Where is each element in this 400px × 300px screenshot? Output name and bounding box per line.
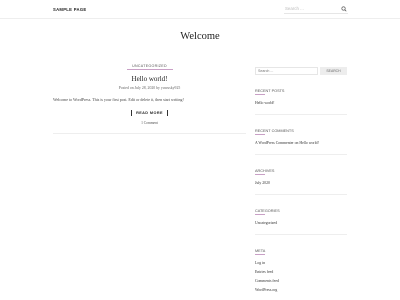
widget-title-meta: META bbox=[255, 249, 266, 253]
widget-divider bbox=[255, 114, 347, 115]
archive-link[interactable]: July 2020 bbox=[255, 181, 347, 185]
widget-title-recent-posts: RECENT POSTS bbox=[255, 89, 285, 93]
widget-title-recent-comments: RECENT COMMENTS bbox=[255, 129, 294, 133]
widget-recent-posts: RECENT POSTS Hello world! bbox=[255, 89, 347, 115]
read-more-button[interactable]: READ MORE bbox=[131, 110, 168, 116]
post-entry: UNCATEGORIZED Hello world! Posted on Jul… bbox=[53, 64, 246, 134]
widget-divider bbox=[255, 194, 347, 195]
meta-login-link[interactable]: Log in bbox=[255, 261, 347, 265]
post-divider bbox=[53, 133, 246, 134]
header-search[interactable]: Search ... bbox=[284, 5, 348, 14]
widget-title-underline bbox=[255, 134, 265, 135]
comments-link[interactable]: 1 Comment bbox=[53, 121, 246, 125]
post-meta: Posted on July 28, 2020 by yuwusky925 bbox=[118, 86, 181, 90]
top-bar: SAMPLE PAGE Search ... bbox=[0, 0, 400, 19]
widget-recent-comments: RECENT COMMENTS A WordPress Commenter on… bbox=[255, 129, 347, 155]
widget-divider bbox=[255, 154, 347, 155]
header-search-placeholder: Search ... bbox=[285, 6, 304, 11]
meta-entries-feed-link[interactable]: Entries feed bbox=[255, 270, 347, 274]
site-title[interactable]: Welcome bbox=[0, 31, 400, 42]
sidebar-search-button[interactable]: SEARCH bbox=[320, 67, 347, 75]
post-excerpt: Welcome to WordPress. This is your first… bbox=[53, 97, 184, 102]
widget-title-underline bbox=[255, 174, 265, 175]
widget-title-archives: ARCHIVES bbox=[255, 169, 275, 173]
widget-divider bbox=[255, 234, 347, 235]
meta-wordpress-org-link[interactable]: WordPress.org bbox=[255, 288, 347, 292]
recent-comment-link[interactable]: A WordPress Commenter on Hello world! bbox=[255, 141, 347, 145]
category-link[interactable]: Uncategorized bbox=[255, 221, 347, 225]
sidebar-search-input[interactable] bbox=[255, 67, 318, 75]
widget-categories: CATEGORIES Uncategorized bbox=[255, 209, 347, 235]
post-title[interactable]: Hello world! bbox=[53, 75, 246, 83]
widget-title-underline bbox=[255, 254, 265, 255]
post-category[interactable]: UNCATEGORIZED bbox=[53, 64, 246, 68]
recent-post-link[interactable]: Hello world! bbox=[255, 101, 347, 105]
widget-archives: ARCHIVES July 2020 bbox=[255, 169, 347, 195]
widget-title-categories: CATEGORIES bbox=[255, 209, 280, 213]
category-underline bbox=[126, 69, 173, 70]
sidebar-search: SEARCH bbox=[255, 67, 347, 75]
sidebar: SEARCH RECENT POSTS Hello world! RECENT … bbox=[255, 67, 347, 292]
widget-title-underline bbox=[255, 214, 265, 215]
widget-title-underline bbox=[255, 94, 265, 95]
nav-sample-page[interactable]: SAMPLE PAGE bbox=[53, 7, 86, 12]
widget-meta: META Log in Entries feed Comments feed W… bbox=[255, 249, 347, 292]
meta-comments-feed-link[interactable]: Comments feed bbox=[255, 279, 347, 283]
search-icon[interactable] bbox=[341, 6, 347, 12]
